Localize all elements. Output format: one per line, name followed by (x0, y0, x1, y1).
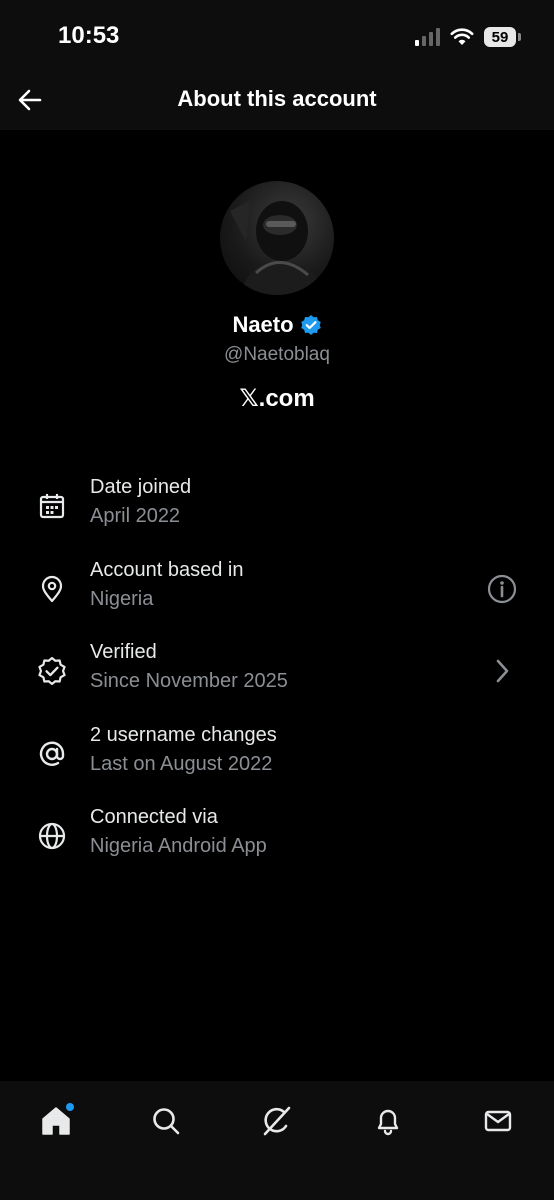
status-icons: 59 (415, 24, 521, 50)
profile-handle: @Naetoblaq (224, 344, 330, 365)
tab-search[interactable] (146, 1101, 186, 1141)
tab-notifications[interactable] (368, 1101, 408, 1141)
calendar-icon (36, 490, 68, 522)
tab-grok[interactable] (257, 1101, 297, 1141)
top-app-bar: About this account (0, 72, 554, 130)
row-title: 2 username changes (90, 724, 277, 746)
avatar-image (230, 201, 324, 295)
site-label: 𝕏.com (239, 385, 315, 412)
profile-name: Naeto (232, 312, 294, 337)
info-row-connected-via: Connected via Nigeria Android App (0, 806, 554, 876)
unread-dot (66, 1103, 74, 1111)
row-title: Connected via (90, 806, 218, 828)
row-subtitle: April 2022 (90, 505, 181, 527)
row-subtitle: Nigeria Android App (90, 835, 267, 857)
row-subtitle: Since November 2025 (90, 670, 288, 692)
battery-indicator: 59 (484, 27, 521, 47)
location-pin-icon (36, 573, 68, 605)
tab-home[interactable] (36, 1101, 76, 1141)
messages-icon (484, 1110, 512, 1132)
status-time: 10:53 (58, 22, 120, 49)
info-button[interactable] (486, 573, 518, 605)
wifi-icon (450, 28, 474, 45)
page-title: About this account (177, 86, 377, 111)
profile-name-row: Naeto (0, 312, 554, 338)
row-title: Verified (90, 641, 157, 663)
info-row-username-changes: 2 username changes Last on August 2022 (0, 724, 554, 794)
info-row-account-based-in: Account based in Nigeria (0, 559, 554, 629)
at-sign-icon (36, 738, 68, 770)
row-title: Account based in (90, 559, 244, 581)
row-subtitle: Nigeria (90, 588, 154, 610)
info-icon (487, 574, 517, 604)
profile-avatar[interactable] (220, 181, 334, 295)
tab-messages[interactable] (478, 1101, 518, 1141)
status-bar: 10:53 59 (0, 0, 554, 72)
search-icon (153, 1108, 180, 1135)
notifications-icon (377, 1109, 399, 1136)
row-subtitle: Last on August 2022 (90, 753, 273, 775)
verified-badge-icon (300, 315, 321, 335)
row-title: Date joined (90, 476, 192, 498)
info-row-date-joined: Date joined April 2022 (0, 476, 554, 546)
info-row-verified[interactable]: Verified Since November 2025 (0, 641, 554, 711)
cellular-signal-icon (415, 28, 440, 46)
chevron-right-icon (486, 655, 518, 687)
verified-badge-outline-icon (36, 655, 68, 687)
bottom-tab-bar (0, 1081, 554, 1200)
globe-icon (36, 820, 68, 852)
grok-icon (263, 1106, 291, 1136)
